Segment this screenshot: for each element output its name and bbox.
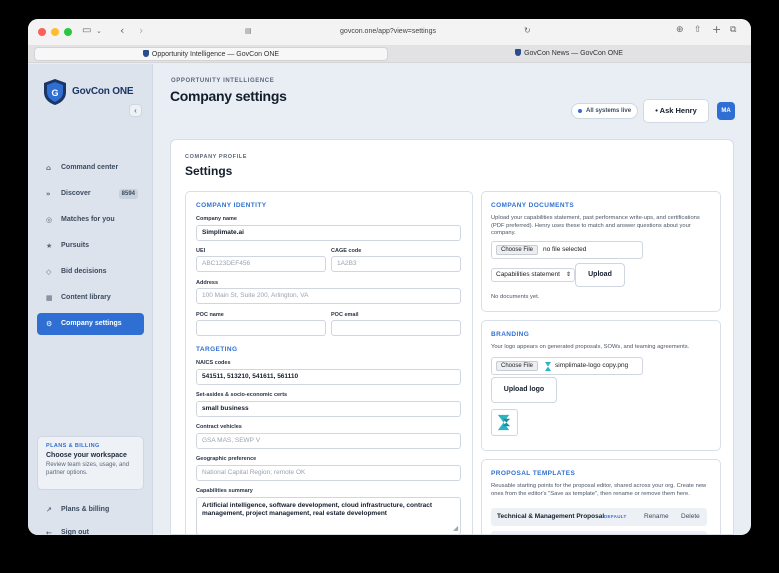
download-icon[interactable]: ⊕ bbox=[676, 25, 684, 35]
set-asides-field[interactable]: small business bbox=[196, 401, 461, 417]
company-identity-card: COMPANY IDENTITY Company name Simplimate… bbox=[185, 191, 473, 534]
template-row[interactable]: Technical & Management Proposal DEFAULT … bbox=[491, 508, 707, 526]
logo-preview bbox=[491, 409, 518, 436]
sidebar-item-bid-decisions[interactable]: ◇ Bid decisions bbox=[37, 261, 144, 283]
company-name-field[interactable]: Simplimate.ai bbox=[196, 225, 461, 241]
new-tab-icon[interactable]: + bbox=[712, 23, 721, 36]
choose-file-button[interactable]: Choose File bbox=[496, 245, 539, 255]
profile-title: Settings bbox=[185, 164, 233, 178]
resize-grip-icon[interactable]: ◢ bbox=[453, 526, 458, 532]
shield-icon bbox=[515, 49, 522, 56]
choose-logo-file-button[interactable]: Choose File bbox=[496, 361, 539, 371]
back-icon[interactable]: ‹ bbox=[120, 24, 124, 37]
simplimate-logo-icon bbox=[497, 414, 511, 431]
documents-file-input[interactable]: Choose File no file selected bbox=[491, 241, 643, 259]
tab-opportunity-intelligence[interactable]: Opportunity Intelligence — GovCon ONE bbox=[34, 47, 388, 61]
settings-panel: COMPANY PROFILE Settings COMPANY IDENTIT… bbox=[170, 139, 734, 535]
page-eyebrow: OPPORTUNITY INTELLIGENCE bbox=[171, 78, 275, 84]
tab-bar: Opportunity Intelligence — GovCon ONE Go… bbox=[28, 45, 751, 63]
poc-email-field[interactable] bbox=[331, 320, 461, 336]
status-badge[interactable]: All systems live bbox=[571, 103, 639, 119]
close-window-button[interactable] bbox=[38, 28, 46, 36]
identity-section-title: COMPANY IDENTITY bbox=[196, 202, 267, 209]
sidebar-toggle-icon[interactable]: ▭ bbox=[82, 25, 91, 36]
chevron-down-icon[interactable]: ⌄ bbox=[96, 27, 102, 35]
ask-henry-button[interactable]: • Ask Henry bbox=[643, 99, 709, 123]
chevron-updown-icon: ⇕ bbox=[565, 272, 571, 278]
upload-document-button[interactable]: Upload bbox=[575, 263, 625, 287]
library-icon: ▦ bbox=[46, 294, 53, 302]
title-bar: ▭ ⌄ ‹ › ▤ govcon.one/app?view=settings ↻… bbox=[28, 19, 751, 45]
reload-icon[interactable]: ↻ bbox=[524, 26, 531, 35]
file-thumbnail-icon bbox=[545, 362, 551, 371]
sidebar: G GovCon ONE ‹ ⌂ Command center » Discov… bbox=[28, 64, 153, 535]
shield-logo-icon: G bbox=[44, 79, 66, 105]
naics-codes-field[interactable]: 541511, 513210, 541611, 561110 bbox=[196, 369, 461, 385]
upload-logo-button[interactable]: Upload logo bbox=[491, 377, 557, 403]
sidebar-item-content-library[interactable]: ▦ Content library bbox=[37, 287, 144, 309]
sidebar-item-pursuits[interactable]: ★ Pursuits bbox=[37, 235, 144, 257]
address-field[interactable]: 100 Main St, Suite 200, Arlington, VA bbox=[196, 288, 461, 304]
page-title: Company settings bbox=[170, 88, 287, 104]
sidebar-item-discover[interactable]: » Discover 8594 bbox=[37, 183, 144, 205]
plans-billing-card[interactable]: PLANS & BILLING Choose your workspace Re… bbox=[37, 436, 144, 490]
default-badge: DEFAULT bbox=[604, 514, 627, 519]
documents-description: Upload your capabilities statement, past… bbox=[491, 215, 700, 236]
documents-section-title: COMPANY DOCUMENTS bbox=[491, 202, 575, 209]
logo-file-input[interactable]: Choose File simplimate-logo copy.png bbox=[491, 357, 643, 375]
shield-icon bbox=[142, 50, 149, 57]
target-icon: ◎ bbox=[46, 216, 53, 224]
browser-window: ▭ ⌄ ‹ › ▤ govcon.one/app?view=settings ↻… bbox=[28, 19, 751, 535]
templates-description: Reusable starting points for the proposa… bbox=[491, 483, 707, 497]
tab-overview-icon[interactable]: ⧉ bbox=[730, 25, 736, 35]
sidebar-item-matches[interactable]: ◎ Matches for you bbox=[37, 209, 144, 231]
address-bar[interactable]: govcon.one/app?view=settings bbox=[238, 24, 538, 40]
rename-template-button[interactable]: Rename bbox=[644, 508, 669, 526]
uei-field[interactable]: ABC123DEF456 bbox=[196, 256, 326, 272]
branding-description: Your logo appears on generated proposals… bbox=[491, 344, 690, 350]
branding-section-title: BRANDING bbox=[491, 331, 530, 338]
main-area: OPPORTUNITY INTELLIGENCE Company setting… bbox=[154, 64, 751, 535]
avatar[interactable]: MA bbox=[717, 102, 735, 120]
templates-section-title: PROPOSAL TEMPLATES bbox=[491, 470, 576, 477]
compass-icon: » bbox=[46, 190, 51, 198]
contract-vehicles-field[interactable]: GSA MAS, SEWP V bbox=[196, 433, 461, 449]
status-dot-icon bbox=[578, 109, 582, 113]
geographic-preference-field[interactable]: National Capital Region; remote OK bbox=[196, 465, 461, 481]
template-row[interactable] bbox=[491, 531, 707, 534]
gear-icon: ⚙ bbox=[46, 320, 53, 328]
minimize-window-button[interactable] bbox=[51, 28, 59, 36]
home-icon: ⌂ bbox=[46, 164, 52, 172]
tab-govcon-news[interactable]: GovCon News — GovCon ONE bbox=[392, 47, 746, 61]
profile-eyebrow: COMPANY PROFILE bbox=[185, 154, 247, 160]
branding-card: BRANDING Your logo appears on generated … bbox=[481, 320, 721, 451]
forward-icon[interactable]: › bbox=[139, 24, 143, 37]
delete-template-button[interactable]: Delete bbox=[681, 508, 700, 526]
company-documents-card: COMPANY DOCUMENTS Upload your capabiliti… bbox=[481, 191, 721, 312]
brand-logo[interactable]: G GovCon ONE bbox=[42, 78, 142, 106]
sidebar-item-plans-billing[interactable]: ↗ Plans & billing bbox=[37, 499, 144, 521]
proposal-templates-card: PROPOSAL TEMPLATES Reusable starting poi… bbox=[481, 459, 721, 534]
documents-empty-state: No documents yet. bbox=[491, 294, 540, 300]
arrow-up-right-icon: ↗ bbox=[46, 506, 52, 514]
diamond-icon: ◇ bbox=[46, 268, 52, 276]
capabilities-summary-field[interactable]: Artificial intelligence, software develo… bbox=[196, 497, 461, 534]
sidebar-item-command-center[interactable]: ⌂ Command center bbox=[37, 157, 144, 179]
targeting-section-title: TARGETING bbox=[196, 346, 238, 353]
zoom-window-button[interactable] bbox=[64, 28, 72, 36]
document-type-select[interactable]: Capabilities statement ⇕ bbox=[491, 268, 575, 282]
share-icon[interactable]: ⇧ bbox=[694, 25, 702, 35]
sidebar-item-sign-out[interactable]: ← Sign out bbox=[37, 522, 144, 535]
svg-text:G: G bbox=[51, 88, 58, 98]
arrow-left-icon: ← bbox=[46, 529, 52, 535]
star-icon: ★ bbox=[46, 242, 53, 250]
poc-name-field[interactable] bbox=[196, 320, 326, 336]
cage-code-field[interactable]: 1A2B3 bbox=[331, 256, 461, 272]
discover-count-badge: 8594 bbox=[118, 189, 138, 199]
collapse-sidebar-button[interactable]: ‹ bbox=[129, 104, 142, 117]
sidebar-item-company-settings[interactable]: ⚙ Company settings bbox=[37, 313, 144, 335]
